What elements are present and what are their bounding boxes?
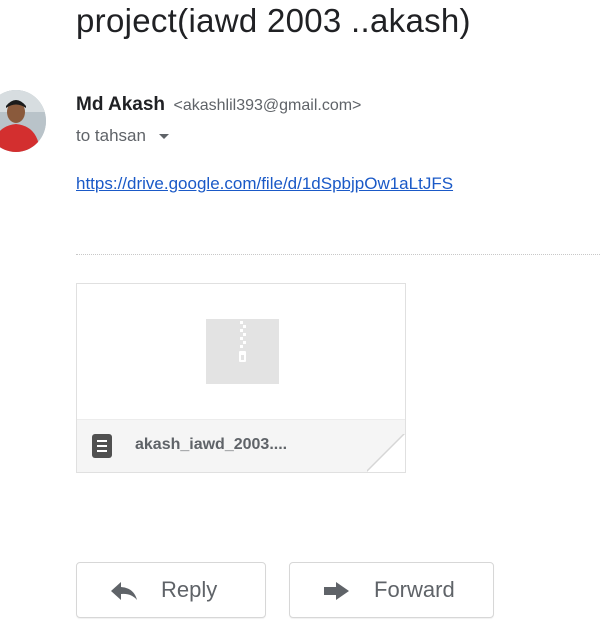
drive-link[interactable]: https://drive.google.com/file/d/1dSpbjpO… [76,174,453,194]
sender-avatar[interactable] [0,90,46,152]
chevron-down-icon[interactable] [158,134,169,140]
forward-icon [324,582,349,600]
forward-label: Forward [374,577,455,602]
avatar-photo-icon [0,90,46,152]
sender-name[interactable]: Md Akash [76,94,165,115]
divider [76,254,600,255]
reply-button[interactable]: Reply [76,562,266,618]
reply-icon [111,582,137,600]
page-fold-icon [367,434,405,472]
attachment-footer: akash_iawd_2003.... [77,419,405,472]
recipients-label: to tahsan [76,126,146,145]
attachment-card[interactable]: akash_iawd_2003.... [76,283,406,473]
forward-button[interactable]: Forward [289,562,494,618]
recipients-toggle[interactable]: to tahsan [76,126,169,146]
zip-preview-icon [206,319,279,384]
sender-row: Md Akash <akashlil393@gmail.com> [76,94,361,116]
sender-email: <akashlil393@gmail.com> [173,97,362,114]
reply-label: Reply [161,577,218,602]
archive-file-icon [92,434,112,458]
email-subject: project(iawd 2003 ..akash) [76,2,471,39]
attachment-filename: akash_iawd_2003.... [135,436,288,453]
